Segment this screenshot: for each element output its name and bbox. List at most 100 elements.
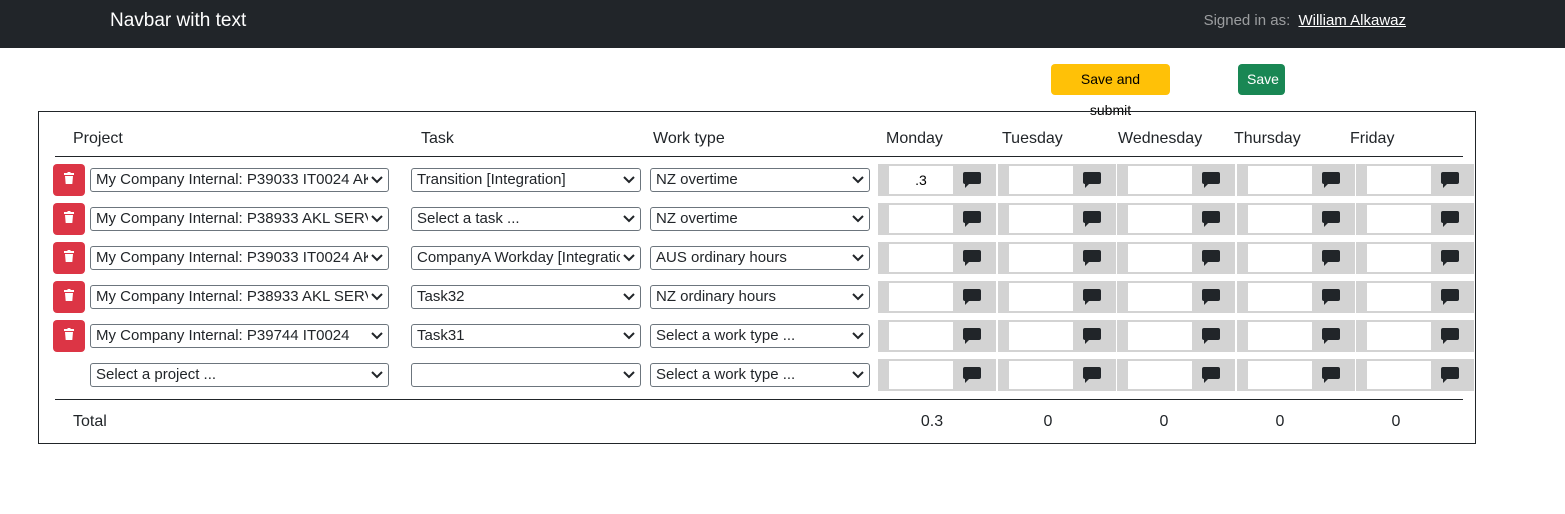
comment-icon[interactable]: [1441, 172, 1459, 188]
comment-icon[interactable]: [1083, 172, 1101, 188]
comment-icon[interactable]: [1083, 211, 1101, 227]
comment-icon[interactable]: [1083, 367, 1101, 383]
header-task: Task: [421, 130, 454, 147]
hours-input-tuesday[interactable]: [1009, 166, 1073, 194]
delete-row-button[interactable]: [53, 281, 85, 313]
comment-icon[interactable]: [963, 172, 981, 188]
comment-icon[interactable]: [1322, 250, 1340, 266]
comment-icon[interactable]: [1083, 328, 1101, 344]
hours-input-thursday[interactable]: [1248, 322, 1312, 350]
comment-icon[interactable]: [1083, 289, 1101, 305]
day-cell-wednesday: [1117, 203, 1235, 235]
hours-input-monday[interactable]: [889, 283, 953, 311]
hours-input-tuesday[interactable]: [1009, 244, 1073, 272]
comment-icon[interactable]: [1202, 328, 1220, 344]
total-tuesday: 0: [1043, 413, 1053, 430]
save-and-submit-button[interactable]: Save and submit: [1051, 64, 1170, 118]
hours-input-monday[interactable]: [889, 361, 953, 389]
delete-row-button[interactable]: [53, 203, 85, 235]
comment-icon[interactable]: [1322, 289, 1340, 305]
hours-input-thursday[interactable]: [1248, 166, 1312, 194]
comment-icon[interactable]: [1441, 289, 1459, 305]
comment-icon[interactable]: [1322, 328, 1340, 344]
hours-input-tuesday[interactable]: [1009, 283, 1073, 311]
comment-icon[interactable]: [1441, 367, 1459, 383]
day-cell-wednesday: [1117, 242, 1235, 274]
hours-input-monday[interactable]: [889, 244, 953, 272]
comment-icon[interactable]: [963, 289, 981, 305]
delete-row-button[interactable]: [53, 320, 85, 352]
comment-icon[interactable]: [1441, 250, 1459, 266]
comment-icon[interactable]: [963, 250, 981, 266]
work-type-select[interactable]: Select a work type ...: [650, 363, 870, 387]
project-select[interactable]: My Company Internal: P38933 AKL SERVICES: [90, 285, 389, 309]
comment-icon[interactable]: [1322, 172, 1340, 188]
task-select-value: Task32: [417, 288, 465, 305]
hours-input-tuesday[interactable]: [1009, 361, 1073, 389]
work-type-select-value: NZ ordinary hours: [656, 288, 777, 305]
comment-icon[interactable]: [1202, 250, 1220, 266]
comment-icon[interactable]: [1202, 172, 1220, 188]
comment-icon[interactable]: [1083, 250, 1101, 266]
delete-row-button[interactable]: [53, 242, 85, 274]
header-thursday: Thursday: [1234, 130, 1301, 147]
hours-input-friday[interactable]: [1367, 244, 1431, 272]
hours-input-monday[interactable]: [889, 166, 953, 194]
comment-icon[interactable]: [1322, 211, 1340, 227]
hours-input-monday[interactable]: [889, 205, 953, 233]
day-cell-tuesday: [998, 242, 1116, 274]
hours-input-friday[interactable]: [1367, 283, 1431, 311]
work-type-select[interactable]: NZ overtime: [650, 168, 870, 192]
work-type-select[interactable]: Select a work type ...: [650, 324, 870, 348]
hours-input-thursday[interactable]: [1248, 205, 1312, 233]
navbar-brand[interactable]: Navbar with text: [110, 9, 246, 33]
hours-input-wednesday[interactable]: [1128, 205, 1192, 233]
comment-icon[interactable]: [1441, 211, 1459, 227]
hours-input-thursday[interactable]: [1248, 283, 1312, 311]
hours-input-wednesday[interactable]: [1128, 283, 1192, 311]
task-select[interactable]: [411, 363, 641, 387]
hours-input-wednesday[interactable]: [1128, 361, 1192, 389]
trash-icon: [64, 210, 74, 228]
user-name-link[interactable]: William Alkawaz: [1298, 12, 1406, 29]
project-select[interactable]: My Company Internal: P38933 AKL SERVICES: [90, 207, 389, 231]
task-select[interactable]: Task32: [411, 285, 641, 309]
task-select[interactable]: Transition [Integration]: [411, 168, 641, 192]
project-select[interactable]: Select a project ...: [90, 363, 389, 387]
comment-icon[interactable]: [1441, 328, 1459, 344]
delete-row-button[interactable]: [53, 164, 85, 196]
project-select[interactable]: My Company Internal: P39033 IT0024 AKL S…: [90, 168, 389, 192]
comment-icon[interactable]: [963, 211, 981, 227]
task-select[interactable]: Select a task ...: [411, 207, 641, 231]
comment-icon[interactable]: [1202, 367, 1220, 383]
project-select[interactable]: My Company Internal: P39744 IT0024: [90, 324, 389, 348]
work-type-select[interactable]: AUS ordinary hours: [650, 246, 870, 270]
hours-input-tuesday[interactable]: [1009, 322, 1073, 350]
day-cell-thursday: [1237, 164, 1355, 196]
day-cell-wednesday: [1117, 164, 1235, 196]
comment-icon[interactable]: [1322, 367, 1340, 383]
hours-input-friday[interactable]: [1367, 361, 1431, 389]
project-select[interactable]: My Company Internal: P39033 IT0024 AKL S…: [90, 246, 389, 270]
hours-input-wednesday[interactable]: [1128, 166, 1192, 194]
hours-input-thursday[interactable]: [1248, 361, 1312, 389]
hours-input-tuesday[interactable]: [1009, 205, 1073, 233]
hours-input-thursday[interactable]: [1248, 244, 1312, 272]
task-select[interactable]: Task31: [411, 324, 641, 348]
work-type-select[interactable]: NZ overtime: [650, 207, 870, 231]
hours-input-friday[interactable]: [1367, 322, 1431, 350]
day-cell-thursday: [1237, 281, 1355, 313]
hours-input-friday[interactable]: [1367, 205, 1431, 233]
hours-input-monday[interactable]: [889, 322, 953, 350]
save-button[interactable]: Save: [1238, 64, 1285, 95]
comment-icon[interactable]: [963, 367, 981, 383]
comment-icon[interactable]: [963, 328, 981, 344]
hours-input-friday[interactable]: [1367, 166, 1431, 194]
hours-input-wednesday[interactable]: [1128, 244, 1192, 272]
hours-input-wednesday[interactable]: [1128, 322, 1192, 350]
comment-icon[interactable]: [1202, 211, 1220, 227]
work-type-select[interactable]: NZ ordinary hours: [650, 285, 870, 309]
task-select[interactable]: CompanyA Workday [Integration]: [411, 246, 641, 270]
table-row: My Company Internal: P38933 AKL SERVICES…: [39, 203, 1477, 235]
comment-icon[interactable]: [1202, 289, 1220, 305]
